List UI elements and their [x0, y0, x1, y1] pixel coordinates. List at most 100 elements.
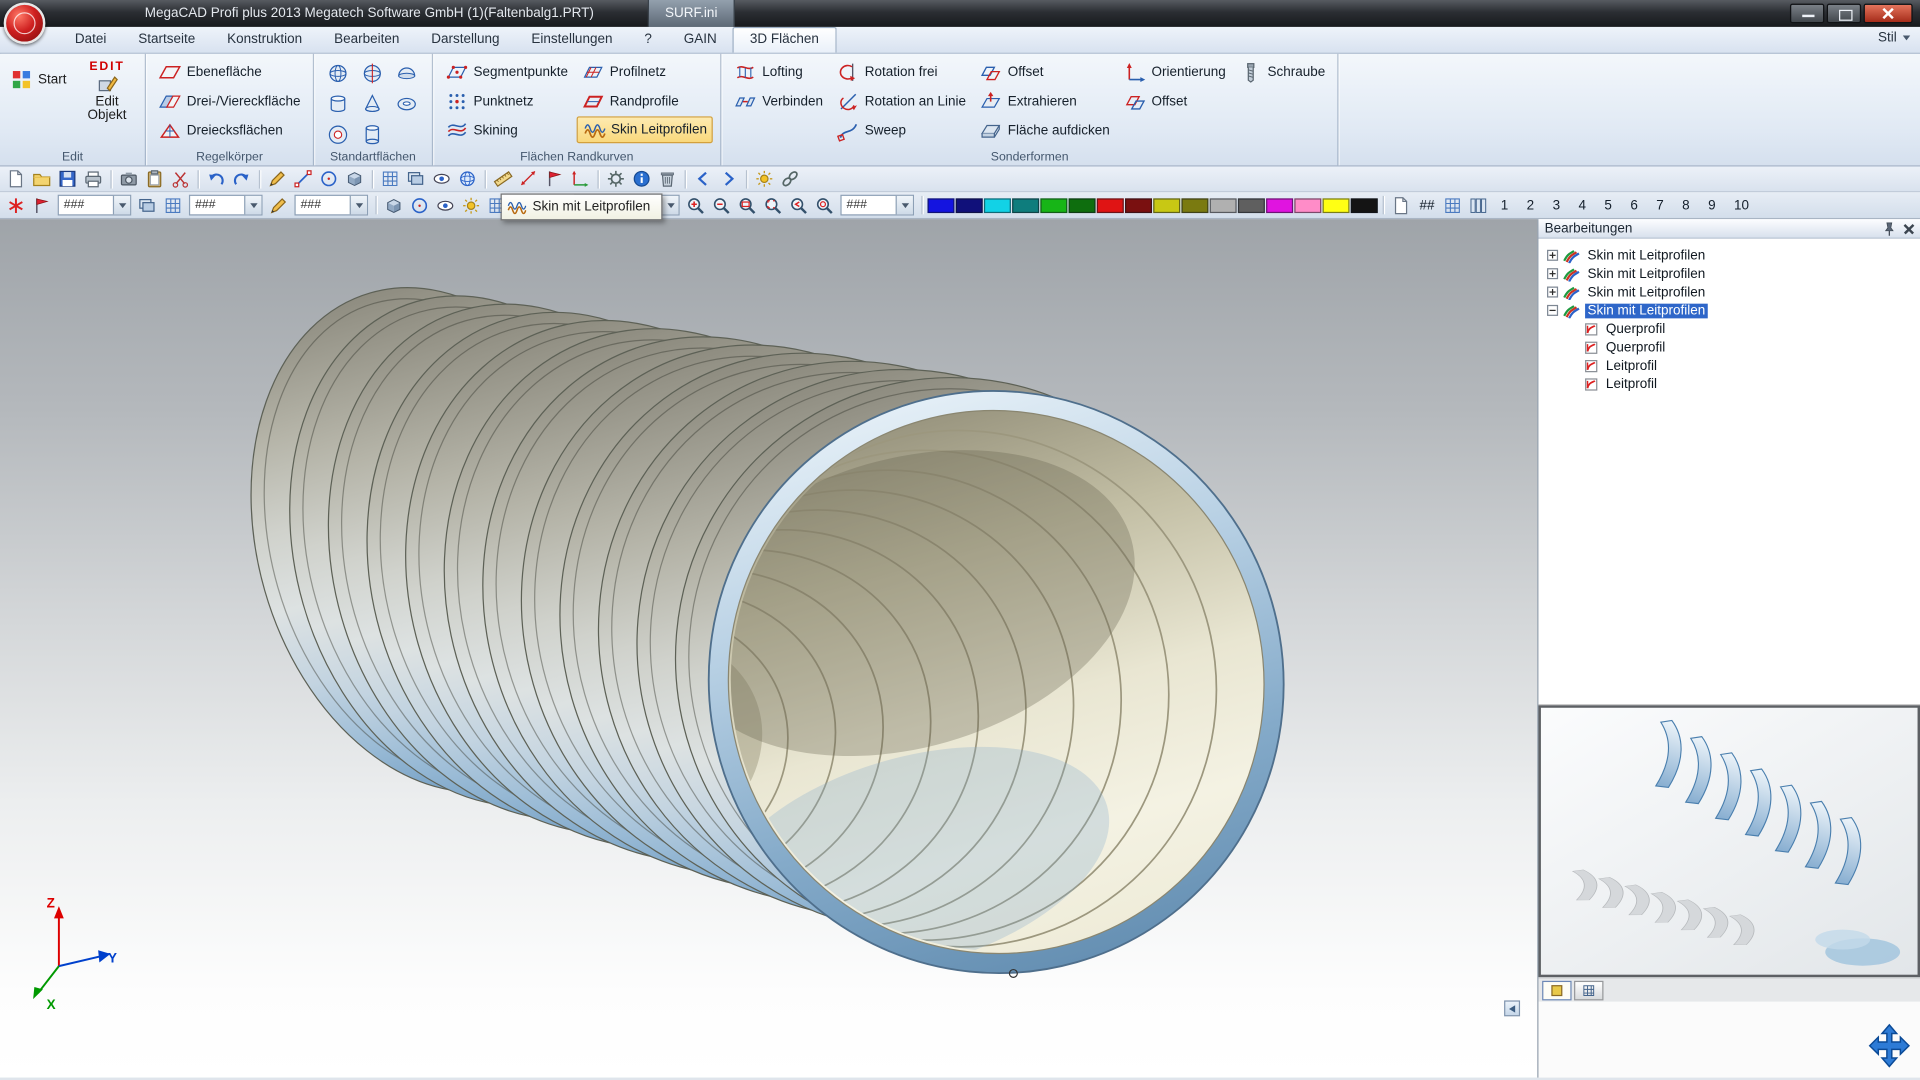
new-file-icon[interactable] [6, 169, 26, 189]
color-swatch-yellow[interactable] [1323, 198, 1350, 213]
tree-item-skin-2[interactable]: Skin mit Leitprofilen [1538, 264, 1920, 282]
tree-item-skin-1[interactable]: Skin mit Leitprofilen [1538, 246, 1920, 264]
grid-icon[interactable] [163, 195, 183, 215]
tree-item-skin-3[interactable]: Skin mit Leitprofilen [1538, 283, 1920, 301]
zoom-previous-icon[interactable] [789, 195, 809, 215]
expand-collapsed-icon[interactable] [1547, 268, 1558, 279]
color-swatch-olive[interactable] [1153, 198, 1180, 213]
line-tool-icon[interactable] [293, 169, 313, 189]
ruler-icon[interactable] [493, 169, 513, 189]
maximize-button[interactable] [1827, 4, 1861, 24]
redo-icon[interactable] [232, 169, 252, 189]
paste-icon[interactable] [145, 169, 165, 189]
ribbon-offset-2[interactable]: Offset [1118, 87, 1230, 116]
close-button[interactable] [1864, 4, 1913, 24]
ribbon-flaeche-aufdicken[interactable]: Fläche aufdicken [975, 116, 1115, 145]
minimize-button[interactable] [1790, 4, 1824, 24]
ribbon-ebeneflaeche[interactable]: Ebenefläche [154, 58, 306, 87]
grid-toggle-icon[interactable] [380, 169, 400, 189]
ribbon-skin-leitprofilen[interactable]: Skin Leitprofilen [577, 116, 714, 143]
attribute-select-1[interactable]: ### [58, 195, 132, 216]
pin-icon[interactable] [1883, 221, 1895, 236]
chevron-down-icon[interactable] [661, 196, 678, 214]
render-icon[interactable] [755, 169, 775, 189]
wireframe-view-icon[interactable] [410, 195, 430, 215]
save-icon[interactable] [58, 169, 78, 189]
layer-number-6[interactable]: 6 [1622, 195, 1647, 215]
model-preview-pane[interactable] [1538, 705, 1920, 977]
chevron-down-icon[interactable] [244, 196, 261, 214]
menu-darstellung[interactable]: Darstellung [415, 27, 515, 53]
layer-icon[interactable] [137, 195, 157, 215]
tree-item-leitprofil-1[interactable]: Leitprofil [1538, 356, 1920, 374]
color-swatch-gray[interactable] [1210, 198, 1237, 213]
color-swatch-pink[interactable] [1294, 198, 1321, 213]
ribbon-segmentpunkte[interactable]: Segmentpunkte [440, 58, 573, 87]
screenshot-icon[interactable] [119, 169, 139, 189]
link-icon[interactable] [780, 169, 800, 189]
ribbon-lofting[interactable]: Lofting [729, 58, 828, 87]
shaded-view-icon[interactable] [384, 195, 404, 215]
layer-number-2[interactable]: 2 [1518, 195, 1543, 215]
ribbon-skining[interactable]: Skining [440, 116, 573, 145]
megacad-logo[interactable] [4, 2, 46, 44]
ribbon-rotation-frei[interactable]: Rotation frei [832, 58, 971, 87]
settings-gear-icon[interactable] [606, 169, 626, 189]
zoom-window-icon[interactable] [737, 195, 757, 215]
marker-icon[interactable] [32, 195, 52, 215]
panel-close-icon[interactable] [1903, 223, 1914, 234]
tree-item-leitprofil-2[interactable]: Leitprofil [1538, 375, 1920, 393]
zoom-out-icon[interactable] [712, 195, 732, 215]
circle-tool-icon[interactable] [319, 169, 339, 189]
viewport-nav-button[interactable] [1504, 1000, 1520, 1016]
hidden-line-icon[interactable] [436, 195, 456, 215]
ribbon-randprofile[interactable]: Randprofile [577, 87, 714, 116]
color-swatch-darkolive[interactable] [1181, 198, 1208, 213]
ribbon-punktnetz[interactable]: Punktnetz [440, 87, 573, 116]
doc-tab-surfini[interactable]: SURF.ini [648, 0, 735, 27]
layer-number-9[interactable]: 9 [1699, 195, 1724, 215]
color-swatch-teal[interactable] [1012, 198, 1039, 213]
undo-icon[interactable] [206, 169, 226, 189]
viewport-3d[interactable]: Z Y X [0, 219, 1537, 1077]
ribbon-rotation-an-linie[interactable]: Rotation an Linie [832, 87, 971, 116]
flag-icon[interactable] [545, 169, 565, 189]
cut-icon[interactable] [171, 169, 191, 189]
menu-hilfe[interactable]: ? [628, 27, 667, 53]
expand-collapsed-icon[interactable] [1547, 287, 1558, 298]
ribbon-schraube[interactable]: Schraube [1234, 58, 1330, 87]
attribute-select-4[interactable]: ### [840, 195, 914, 216]
chevron-down-icon[interactable] [350, 196, 367, 214]
cone-surface-icon[interactable] [361, 92, 384, 114]
style-selector[interactable]: Stil [1878, 31, 1910, 46]
zoom-all-icon[interactable] [815, 195, 835, 215]
print-icon[interactable] [83, 169, 103, 189]
render-mode-icon[interactable] [461, 195, 481, 215]
color-swatch-cyan[interactable] [984, 198, 1011, 213]
menu-gain[interactable]: GAIN [668, 27, 733, 53]
sphere-surface-icon[interactable] [327, 62, 350, 84]
ribbon-extrahieren[interactable]: Extrahieren [975, 87, 1115, 116]
panel-tab-2[interactable] [1574, 981, 1603, 1001]
color-swatch-darkgreen[interactable] [1069, 198, 1096, 213]
color-swatch-magenta[interactable] [1266, 198, 1293, 213]
menu-konstruktion[interactable]: Konstruktion [211, 27, 318, 53]
expand-collapsed-icon[interactable] [1547, 250, 1558, 261]
hemisphere-surface-icon[interactable] [396, 62, 419, 84]
chevron-down-icon[interactable] [896, 196, 913, 214]
ribbon-verbinden[interactable]: Verbinden [729, 87, 828, 116]
menu-bearbeiten[interactable]: Bearbeiten [318, 27, 415, 53]
expand-expanded-icon[interactable] [1547, 305, 1558, 316]
layer-number-3[interactable]: 3 [1544, 195, 1569, 215]
layers-icon[interactable] [406, 169, 426, 189]
open-icon[interactable] [32, 169, 52, 189]
color-swatch-navy[interactable] [956, 198, 983, 213]
draw-pen-icon[interactable] [269, 195, 289, 215]
ribbon-drei-viereckflaeche[interactable]: Drei-/Viereckfläche [154, 87, 306, 116]
color-swatch-darkgray[interactable] [1238, 198, 1265, 213]
measure-icon[interactable] [519, 169, 539, 189]
tree-item-querprofil-2[interactable]: Querprofil [1538, 338, 1920, 356]
color-swatch-black[interactable] [1351, 198, 1378, 213]
torus-surface-icon[interactable] [396, 92, 419, 114]
zoom-fit-icon[interactable] [763, 195, 783, 215]
